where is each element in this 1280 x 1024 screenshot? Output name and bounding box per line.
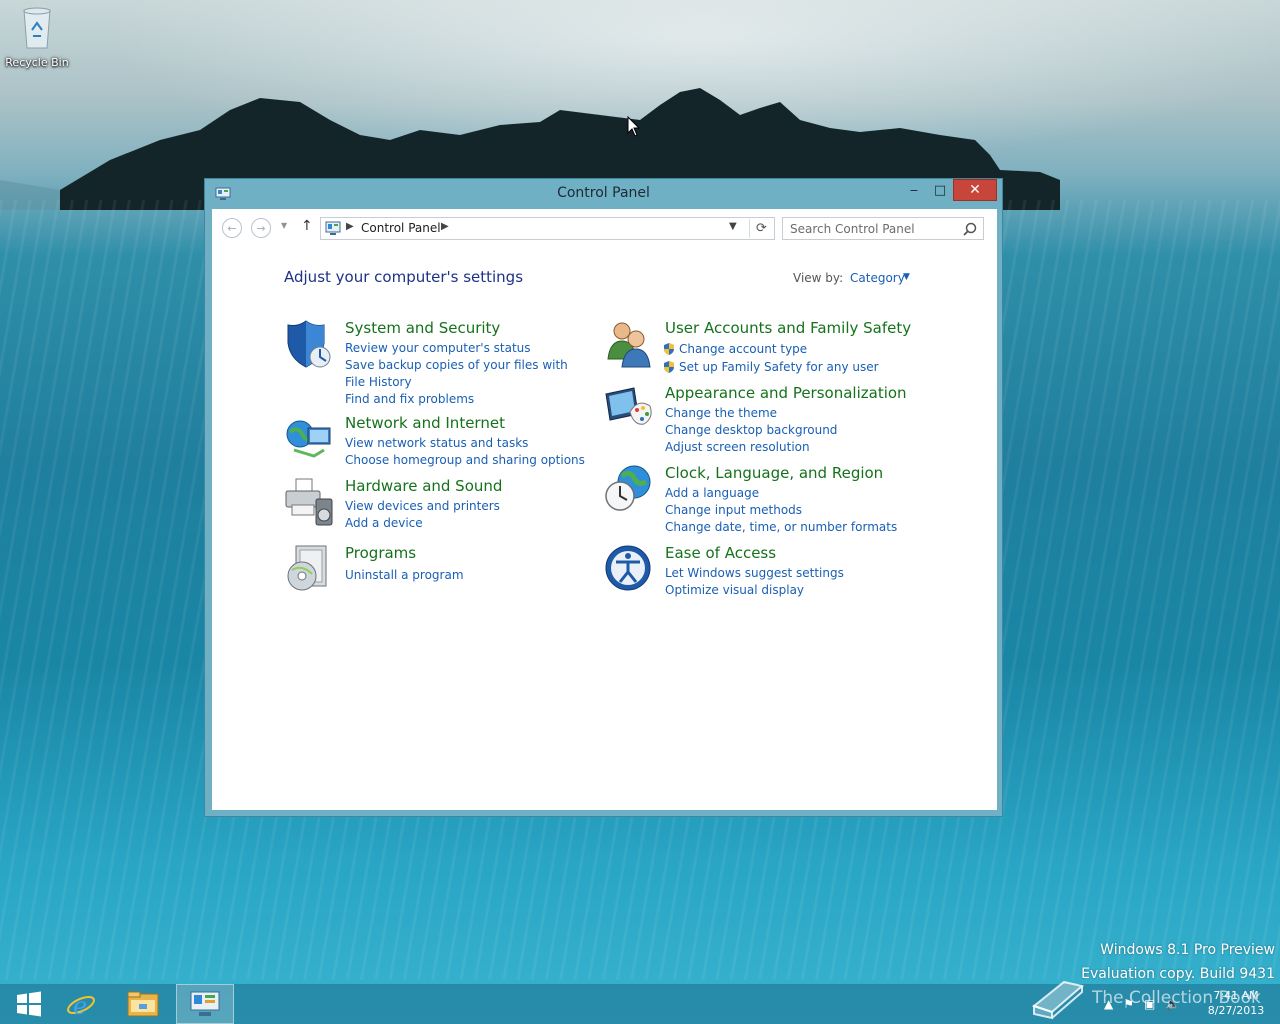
category-title[interactable]: Appearance and Personalization (665, 384, 907, 402)
taskbar-control-panel[interactable] (176, 984, 234, 1024)
category-title[interactable]: Clock, Language, and Region (665, 464, 883, 482)
folder-icon (127, 991, 159, 1017)
taskbar-file-explorer[interactable] (114, 984, 172, 1024)
search-box[interactable] (782, 217, 984, 240)
category-link-label[interactable]: Change account type (679, 340, 807, 358)
category-link[interactable]: Change account type (662, 340, 879, 358)
window-title: Control Panel (557, 185, 650, 201)
windows-logo-icon (17, 991, 41, 1017)
category-link[interactable]: Save backup copies of your files with Fi… (345, 357, 575, 391)
window-client-area: ← → ▼ ↑ ▶ Control Panel ▶ ▼ ⟳ Search Con… (212, 209, 997, 810)
category-title[interactable]: Ease of Access (665, 544, 776, 562)
category-link[interactable]: Let Windows suggest settings (665, 565, 844, 582)
maximize-button[interactable]: □ (927, 179, 953, 201)
view-by-label: View by: (793, 271, 844, 285)
address-bar[interactable]: ▶ Control Panel ▶ ▼ ⟳ (320, 217, 775, 240)
category-title[interactable]: Programs (345, 544, 416, 562)
control-panel-icon (190, 991, 220, 1016)
start-button[interactable] (0, 984, 58, 1024)
forward-button[interactable]: → (251, 218, 271, 238)
globe-clock-icon[interactable] (604, 464, 654, 514)
category-link[interactable]: Optimize visual display (665, 582, 844, 599)
breadcrumb-control-panel[interactable]: Control Panel (361, 221, 441, 235)
ease-of-access-icon[interactable] (604, 544, 654, 594)
recycle-bin-label: Recycle Bin (5, 56, 69, 69)
category-link[interactable]: Change date, time, or number formats (665, 519, 897, 536)
svg-text:e: e (73, 992, 87, 1020)
taskbar-internet-explorer[interactable]: e (52, 984, 110, 1024)
category-link[interactable]: Change desktop background (665, 422, 837, 439)
address-history-chevron-icon[interactable]: ▼ (729, 221, 737, 232)
printer-speaker-icon[interactable] (284, 477, 334, 527)
category-title[interactable]: Hardware and Sound (345, 477, 502, 495)
taskbar: e ▲ ⚑ ▣ 🔈 7:41 AM 8/27/2013 (0, 984, 1280, 1024)
mouse-cursor-icon (627, 116, 641, 137)
navigation-bar: ← → ▼ ↑ ▶ Control Panel ▶ ▼ ⟳ (212, 209, 997, 249)
category-link[interactable]: Add a language (665, 485, 897, 502)
refresh-button[interactable]: ⟳ (749, 219, 773, 238)
category-link[interactable]: View devices and printers (345, 498, 500, 515)
minimize-button[interactable]: ‒ (901, 179, 927, 201)
category-link-label[interactable]: Set up Family Safety for any user (679, 358, 879, 376)
users-icon[interactable] (604, 319, 654, 369)
category-link[interactable]: Choose homegroup and sharing options (345, 452, 585, 469)
category-link[interactable]: Adjust screen resolution (665, 439, 837, 456)
control-panel-window: Control Panel ‒ □ ✕ ← → ▼ ↑ ▶ Control Pa… (204, 178, 1003, 817)
category-title[interactable]: User Accounts and Family Safety (665, 319, 911, 337)
network-globe-icon[interactable] (284, 414, 334, 464)
up-button[interactable]: ↑ (301, 218, 313, 234)
category-title[interactable]: Network and Internet (345, 414, 505, 432)
recycle-bin[interactable]: Recycle Bin (4, 6, 70, 69)
programs-disc-icon[interactable] (284, 544, 334, 594)
recycle-bin-icon (23, 7, 51, 49)
category-title[interactable]: System and Security (345, 319, 500, 337)
category-link[interactable]: Change input methods (665, 502, 897, 519)
view-by-dropdown[interactable]: Category (850, 271, 905, 285)
search-input[interactable] (784, 219, 954, 238)
title-bar[interactable]: Control Panel ‒ □ ✕ (205, 179, 1002, 209)
breadcrumb-separator-icon[interactable]: ▶ (441, 221, 449, 232)
category-link[interactable]: Add a device (345, 515, 500, 532)
watermark-edition: Windows 8.1 Pro Preview (1100, 942, 1275, 958)
category-link[interactable]: Review your computer's status (345, 340, 575, 357)
category-link[interactable]: Set up Family Safety for any user (662, 358, 879, 376)
category-link[interactable]: View network status and tasks (345, 435, 585, 452)
book-watermark-icon (1031, 980, 1085, 1020)
uac-shield-icon (664, 361, 674, 373)
view-by-dropdown-arrow-icon[interactable]: ▼ (903, 272, 910, 282)
breadcrumb-separator-icon[interactable]: ▶ (346, 221, 354, 232)
control-panel-icon (325, 221, 341, 235)
watermark-build: Evaluation copy. Build 9431 (1081, 966, 1275, 982)
uac-shield-icon (664, 343, 674, 355)
category-link[interactable]: Change the theme (665, 405, 837, 422)
recent-pages-dropdown-icon[interactable]: ▼ (281, 221, 287, 230)
back-button[interactable]: ← (222, 218, 242, 238)
internet-explorer-icon: e (67, 992, 95, 1020)
collection-watermark: The Collection Book (1092, 988, 1261, 1008)
monitor-palette-icon[interactable] (604, 384, 654, 434)
category-link[interactable]: Uninstall a program (345, 567, 464, 584)
category-link[interactable]: Find and fix problems (345, 391, 575, 408)
page-heading: Adjust your computer's settings (284, 268, 524, 286)
search-icon[interactable] (963, 222, 977, 236)
close-button[interactable]: ✕ (953, 179, 997, 201)
shield-icon[interactable] (284, 319, 334, 369)
